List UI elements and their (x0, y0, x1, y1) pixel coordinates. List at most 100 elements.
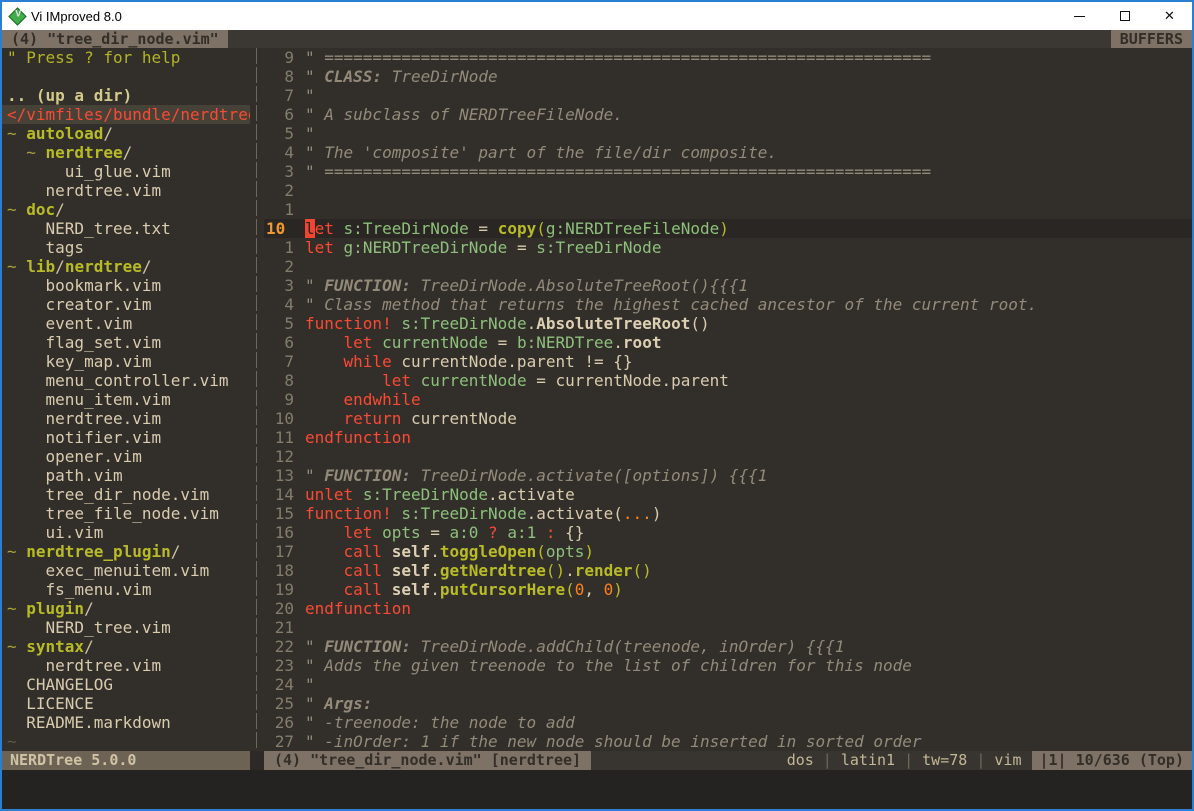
code-line[interactable]: 26" -treenode: the node to add (264, 713, 1192, 732)
code-line[interactable]: 2 (264, 257, 1192, 276)
line-number: 24 (264, 675, 294, 694)
tree-item[interactable]: fs_menu.vim (2, 580, 250, 599)
line-number: 3 (264, 276, 294, 295)
code-line-current[interactable]: 10let s:TreeDirNode = copy(g:NERDTreeFil… (264, 219, 1192, 238)
code-line[interactable]: 9 endwhile (264, 390, 1192, 409)
status-item: tw=78 (922, 751, 967, 769)
code-line[interactable]: 6 let currentNode = b:NERDTree.root (264, 333, 1192, 352)
code-line[interactable]: 2 (264, 181, 1192, 200)
close-button[interactable]: ✕ (1147, 2, 1192, 30)
line-number: 21 (264, 618, 294, 637)
tree-item[interactable]: NERD_tree.txt (2, 219, 250, 238)
line-number: 15 (264, 504, 294, 523)
code-line[interactable]: 25" Args: (264, 694, 1192, 713)
code-line[interactable]: 20endfunction (264, 599, 1192, 618)
tree-item[interactable] (2, 67, 250, 86)
code-line[interactable]: 4" The 'composite' part of the file/dir … (264, 143, 1192, 162)
code-line[interactable]: 24" (264, 675, 1192, 694)
minimize-button[interactable] (1057, 2, 1102, 30)
command-line[interactable] (2, 770, 1192, 809)
code-line[interactable]: 7" (264, 86, 1192, 105)
tab-tree-dir-node[interactable]: (4) "tree_dir_node.vim" (2, 30, 228, 48)
code-line[interactable]: 6" A subclass of NERDTreeFileNode. (264, 105, 1192, 124)
code-line[interactable]: 10 return currentNode (264, 409, 1192, 428)
tree-item[interactable]: creator.vim (2, 295, 250, 314)
line-number: 1 (264, 200, 294, 219)
tree-item[interactable]: NERD_tree.vim (2, 618, 250, 637)
tree-item[interactable]: " Press ? for help (2, 48, 250, 67)
tree-item[interactable]: ~ nerdtree_plugin/ (2, 542, 250, 561)
tree-item[interactable]: event.vim (2, 314, 250, 333)
line-number: 18 (264, 561, 294, 580)
status-position: |1| 10/636 (Top) (1032, 751, 1193, 770)
tree-item[interactable]: ui.vim (2, 523, 250, 542)
maximize-button[interactable] (1102, 2, 1147, 30)
tree-item[interactable]: ~ syntax/ (2, 637, 250, 656)
tree-item[interactable]: path.vim (2, 466, 250, 485)
tree-item[interactable]: .. (up a dir) (2, 86, 250, 105)
tree-item[interactable]: nerdtree.vim (2, 656, 250, 675)
tree-item[interactable]: README.markdown (2, 713, 250, 732)
code-line[interactable]: 8" CLASS: TreeDirNode (264, 67, 1192, 86)
code-line[interactable]: 5function! s:TreeDirNode.AbsoluteTreeRoo… (264, 314, 1192, 333)
tree-item[interactable]: exec_menuitem.vim (2, 561, 250, 580)
tree-item[interactable]: ~ lib/nerdtree/ (2, 257, 250, 276)
code-line[interactable]: 1 (264, 200, 1192, 219)
code-line[interactable]: 11endfunction (264, 428, 1192, 447)
line-number: 8 (264, 67, 294, 86)
status-buffer-label: (4) "tree_dir_node.vim" [nerdtree] (264, 751, 591, 770)
window-separator[interactable] (250, 48, 264, 751)
tree-item[interactable]: opener.vim (2, 447, 250, 466)
tree-item[interactable]: tree_dir_node.vim (2, 485, 250, 504)
line-number: 8 (264, 371, 294, 390)
status-item: dos (787, 751, 814, 769)
tree-item[interactable]: ~ nerdtree/ (2, 143, 250, 162)
code-line[interactable]: 17 call self.toggleOpen(opts) (264, 542, 1192, 561)
tree-item[interactable]: tags (2, 238, 250, 257)
code-line[interactable]: 4" Class method that returns the highest… (264, 295, 1192, 314)
tree-item[interactable]: ~ (2, 732, 250, 751)
tree-item[interactable]: ~ plugin/ (2, 599, 250, 618)
tree-item[interactable]: nerdtree.vim (2, 409, 250, 428)
tree-item[interactable]: LICENCE (2, 694, 250, 713)
nerdtree-status: NERDTree 5.0.0 (2, 751, 250, 770)
code-line[interactable]: 15function! s:TreeDirNode.activate(...) (264, 504, 1192, 523)
tree-item[interactable]: flag_set.vim (2, 333, 250, 352)
code-line[interactable]: 18 call self.getNerdtree().render() (264, 561, 1192, 580)
tree-item[interactable]: key_map.vim (2, 352, 250, 371)
line-number: 10 (264, 409, 294, 428)
code-line[interactable]: 3" FUNCTION: TreeDirNode.AbsoluteTreeRoo… (264, 276, 1192, 295)
code-line[interactable]: 22" FUNCTION: TreeDirNode.addChild(treen… (264, 637, 1192, 656)
code-line[interactable]: 13" FUNCTION: TreeDirNode.activate([opti… (264, 466, 1192, 485)
tree-item[interactable]: ui_glue.vim (2, 162, 250, 181)
code-line[interactable]: 19 call self.putCursorHere(0, 0) (264, 580, 1192, 599)
tree-item[interactable]: notifier.vim (2, 428, 250, 447)
line-number: 9 (264, 48, 294, 67)
code-line[interactable]: 1let g:NERDTreeDirNode = s:TreeDirNode (264, 238, 1192, 257)
code-line[interactable]: 8 let currentNode = currentNode.parent (264, 371, 1192, 390)
code-line[interactable]: 9" =====================================… (264, 48, 1192, 67)
code-line[interactable]: 5" (264, 124, 1192, 143)
code-line[interactable]: 3" =====================================… (264, 162, 1192, 181)
code-line[interactable]: 12 (264, 447, 1192, 466)
close-icon: ✕ (1164, 8, 1175, 24)
tree-item[interactable]: menu_item.vim (2, 390, 250, 409)
code-line[interactable]: 16 let opts = a:0 ? a:1 : {} (264, 523, 1192, 542)
code-line[interactable]: 14unlet s:TreeDirNode.activate (264, 485, 1192, 504)
line-number: 6 (264, 105, 294, 124)
tree-item[interactable]: nerdtree.vim (2, 181, 250, 200)
tree-item[interactable]: ~ autoload/ (2, 124, 250, 143)
line-number: 13 (264, 466, 294, 485)
tree-item[interactable]: ~ doc/ (2, 200, 250, 219)
code-line[interactable]: 7 while currentNode.parent != {} (264, 352, 1192, 371)
code-line[interactable]: 21 (264, 618, 1192, 637)
tree-item[interactable]: CHANGELOG (2, 675, 250, 694)
tree-item[interactable]: menu_controller.vim (2, 371, 250, 390)
code-line[interactable]: 23" Adds the given treenode to the list … (264, 656, 1192, 675)
tree-item[interactable]: tree_file_node.vim (2, 504, 250, 523)
nerdtree-panel: " Press ? for help .. (up a dir)</vimfile… (2, 48, 250, 751)
tree-item[interactable]: bookmark.vim (2, 276, 250, 295)
code-line[interactable]: 27" -inOrder: 1 if the new node should b… (264, 732, 1192, 751)
title-bar[interactable]: Vi IMproved 8.0 ✕ (2, 2, 1192, 30)
tree-item[interactable]: </vimfiles/bundle/nerdtree/ (2, 105, 250, 124)
